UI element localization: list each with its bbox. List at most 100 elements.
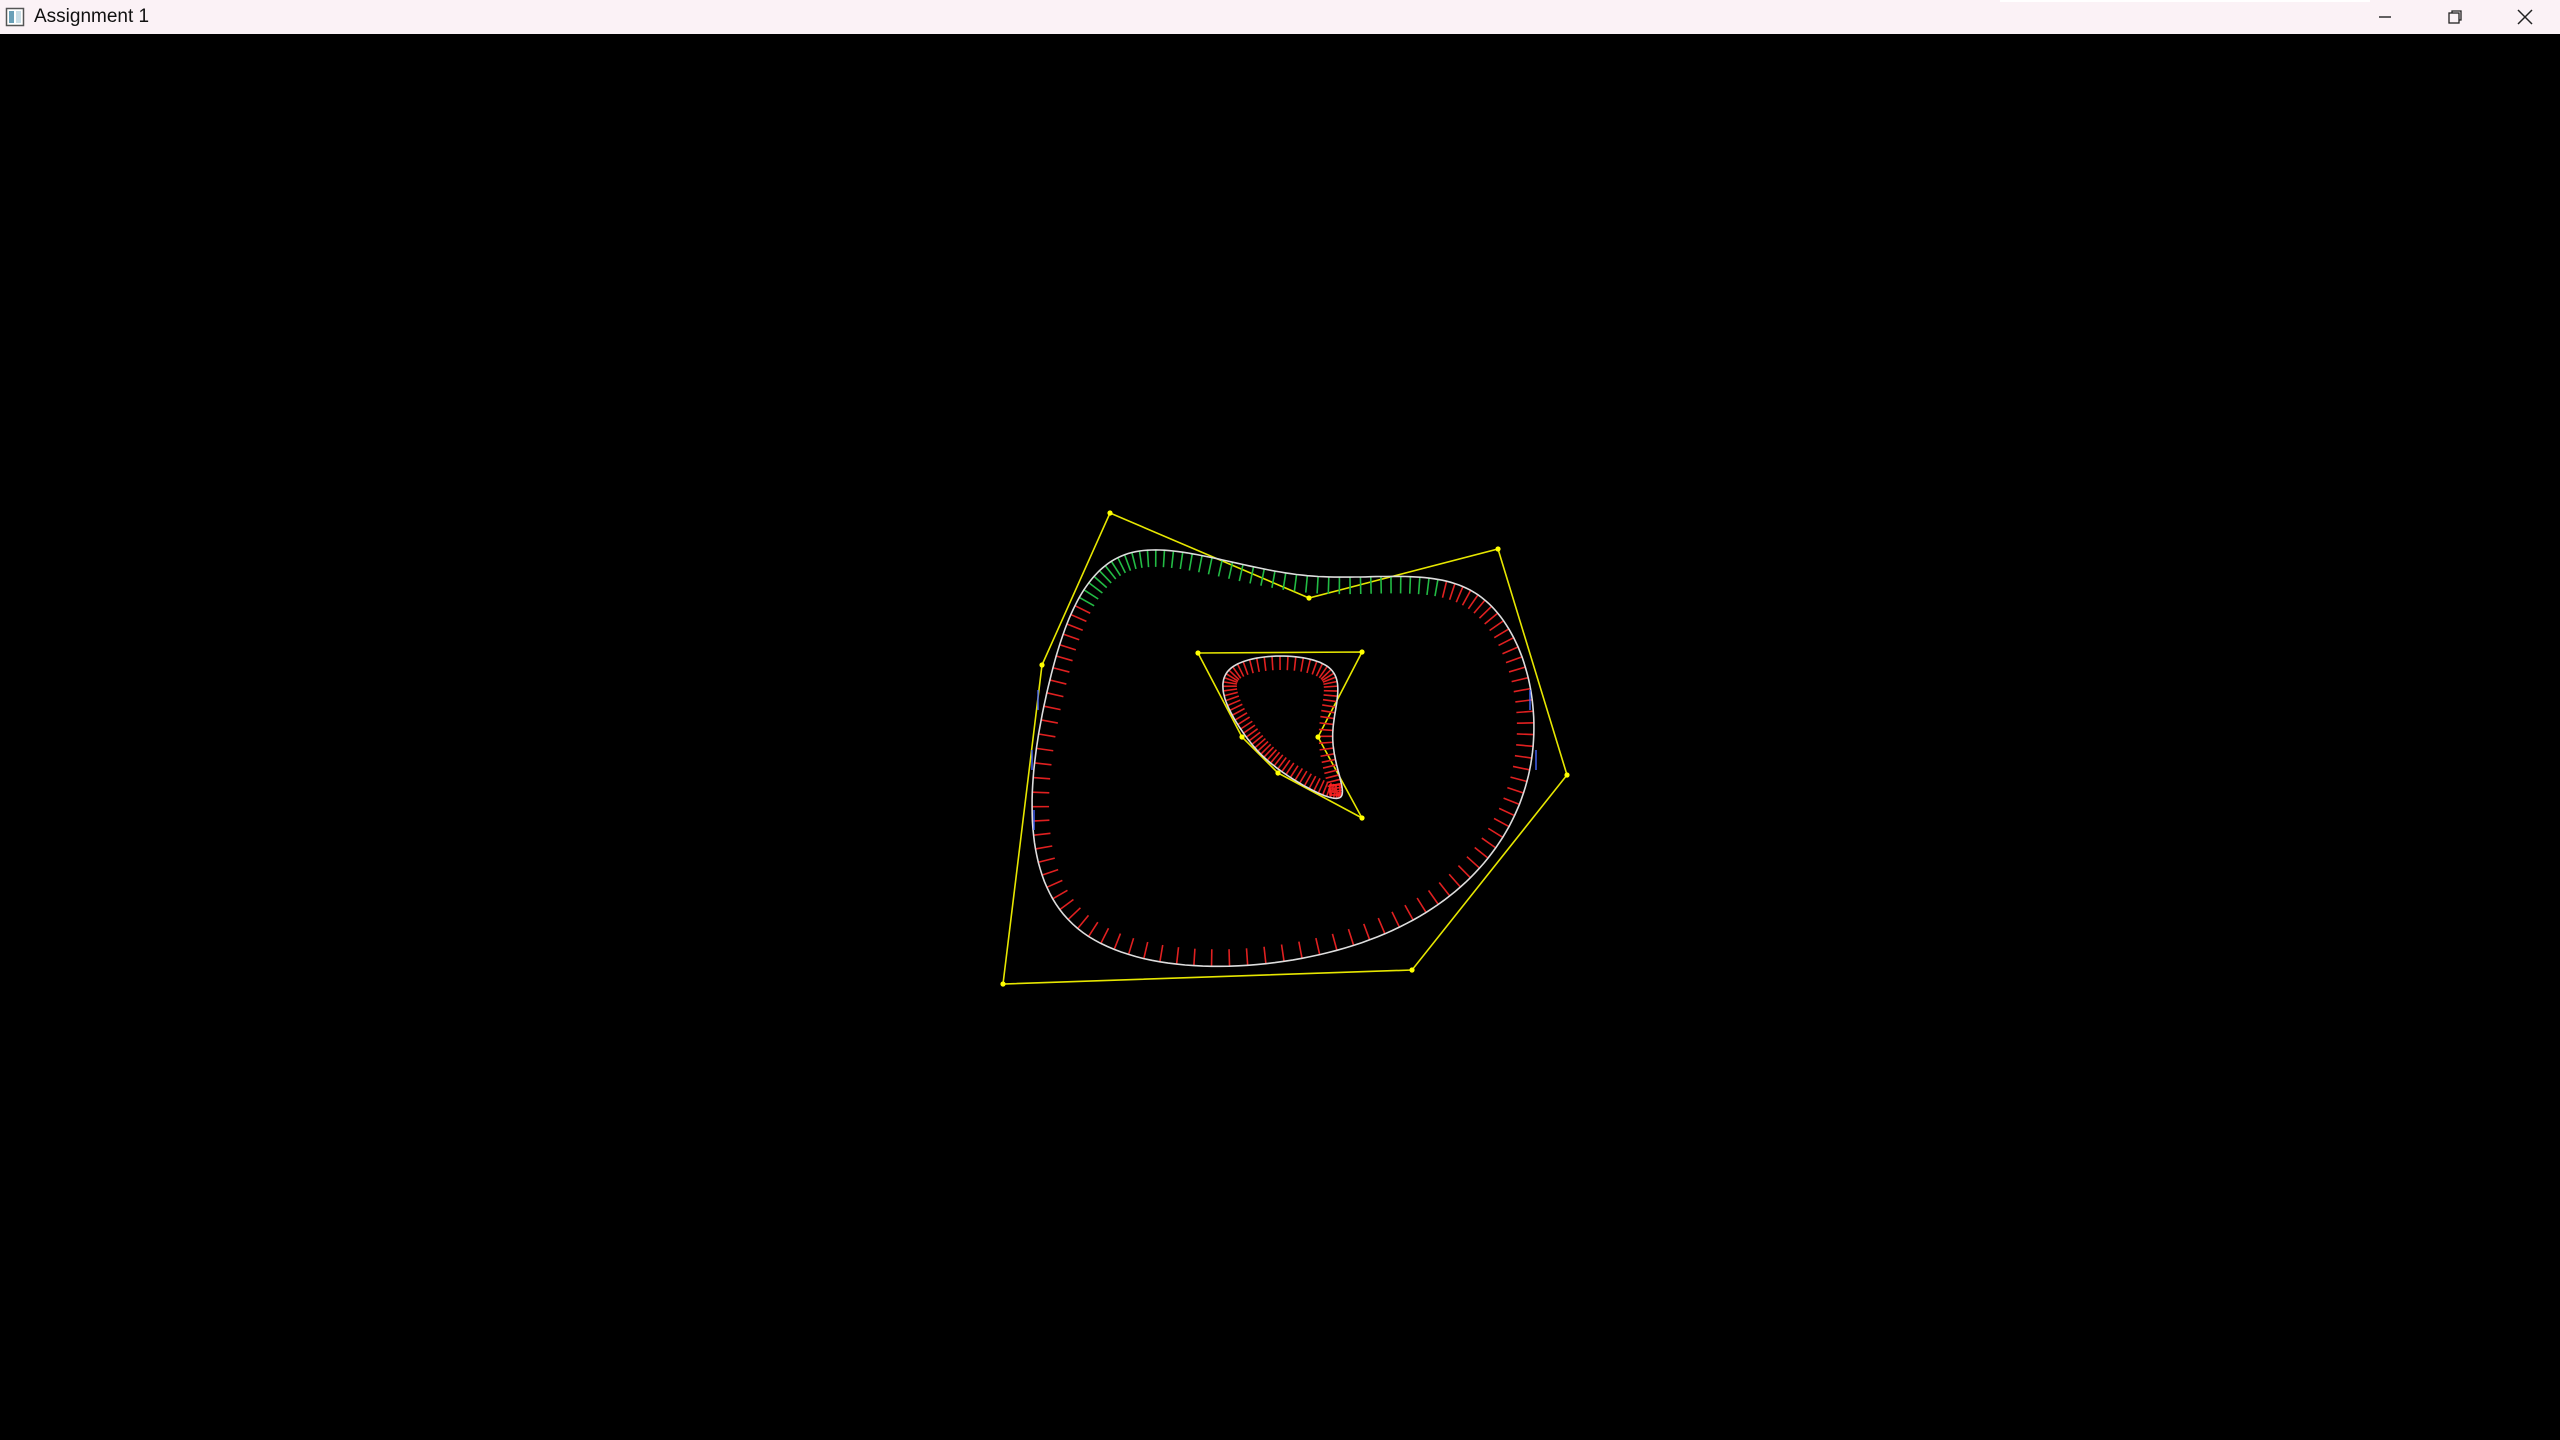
outer-normal-tick: [1056, 655, 1073, 662]
inner-normal-tick: [1323, 685, 1338, 688]
outer-normal-tick: [1516, 744, 1534, 748]
opengl-canvas[interactable]: [0, 34, 2560, 1440]
outer-normal-tick: [1238, 564, 1244, 582]
inner-normal-tick: [1321, 758, 1336, 764]
outer-normal-tick: [1304, 575, 1309, 593]
inner-normal-tick: [1322, 698, 1337, 703]
outer-normal-tick: [1245, 948, 1249, 966]
inner-normal-tick: [1321, 709, 1336, 714]
outer-normal-tick: [1508, 666, 1526, 673]
inner-normal-tick: [1311, 660, 1318, 675]
outer-normal-tick: [1438, 882, 1451, 897]
inner-normal-tick: [1248, 659, 1254, 674]
outer-normal-tick: [1036, 747, 1054, 752]
restore-button[interactable]: [2420, 0, 2490, 34]
outer-normal-tick: [1193, 948, 1196, 966]
outer-normal-tick: [1514, 754, 1532, 759]
outer-normal-tick: [1032, 819, 1050, 822]
outer-normal-tick: [1117, 557, 1127, 574]
outer-normal-tick: [1087, 921, 1099, 937]
outer-normal-tick: [1052, 889, 1068, 900]
outer-normal-tick: [1507, 786, 1524, 794]
outer-normal-tick: [1331, 933, 1338, 951]
outer-normal-tick: [1143, 941, 1149, 959]
outer-normal-tick: [1074, 604, 1091, 614]
outer-normal-tick: [1249, 566, 1255, 584]
inner-control-point: [1239, 734, 1245, 740]
outer-normal-tick: [1175, 947, 1180, 965]
outer-control-point: [1039, 662, 1045, 668]
outer-normal-tick: [1083, 589, 1099, 600]
outer-normal-tick: [1159, 944, 1164, 962]
outer-normal-tick: [1078, 596, 1095, 607]
outer-normal-tick: [1416, 897, 1427, 913]
inner-normal-tick: [1320, 715, 1335, 720]
inner-normal-tick: [1298, 770, 1308, 784]
inner-normal-tick: [1317, 779, 1325, 794]
outer-normal-tick: [1098, 570, 1112, 584]
outer-normal-tick: [1434, 579, 1439, 597]
outer-normal-tick: [1123, 554, 1132, 571]
outer-normal-tick: [1493, 817, 1510, 828]
outer-normal-tick: [1481, 837, 1497, 849]
outer-normal-tick: [1484, 612, 1499, 625]
outer-normal-tick: [1467, 594, 1479, 610]
inner-normal-tick: [1319, 722, 1334, 726]
outer-normal-tick: [1487, 827, 1504, 839]
outer-normal-tick: [1052, 666, 1070, 673]
outer-normal-tick: [1113, 933, 1122, 950]
outer-normal-tick: [1489, 620, 1504, 632]
close-button[interactable]: [2490, 0, 2560, 34]
inner-control-point: [1315, 734, 1321, 740]
title-bar[interactable]: Assignment 1: [0, 0, 2560, 34]
outer-normal-tick: [1197, 555, 1203, 573]
outer-normal-tick: [1207, 557, 1213, 575]
outer-normal-tick: [1493, 628, 1510, 639]
outer-normal-tick: [1461, 589, 1472, 606]
inner-normal-tick: [1308, 775, 1317, 789]
outer-control-point: [1564, 772, 1570, 778]
outer-normal-tick: [1179, 552, 1184, 570]
inner-normal-tick: [1323, 694, 1338, 698]
inner-normal-tick: [1319, 747, 1334, 751]
outer-normal-tick: [1474, 846, 1489, 859]
outer-normal-tick: [1059, 643, 1077, 651]
outer-normal-tick: [1032, 791, 1050, 794]
curve-scene[interactable]: [0, 34, 2560, 1440]
inner-normal-tick: [1324, 769, 1339, 775]
outer-normal-tick: [1043, 705, 1061, 711]
outer-normal-tick: [1363, 923, 1371, 941]
outer-control-point: [1107, 510, 1113, 516]
inner-control-point: [1359, 649, 1365, 655]
outer-normal-tick: [1070, 613, 1087, 623]
outer-normal-tick: [1077, 914, 1090, 930]
outer-curve: [1031, 549, 1535, 968]
outer-control-point: [1306, 595, 1312, 601]
outer-normal-tick: [1298, 941, 1303, 959]
close-icon: [2517, 9, 2533, 25]
outer-normal-tick: [1426, 577, 1430, 596]
outer-normal-tick: [1327, 576, 1330, 594]
inner-normal-tick: [1242, 661, 1249, 676]
outer-normal-tick: [1066, 623, 1084, 631]
outer-normal-tick: [1041, 719, 1059, 724]
outer-normal-tick: [1441, 581, 1448, 598]
outer-normal-tick: [1110, 560, 1122, 577]
inner-normal-tick: [1234, 712, 1248, 721]
outer-normal-tick: [1033, 776, 1051, 780]
outer-normal-tick: [1511, 676, 1529, 683]
outer-normal-tick: [1466, 856, 1481, 869]
outer-normal-tick: [1131, 552, 1137, 570]
outer-normal-tick: [1046, 692, 1064, 698]
outer-normal-tick: [1188, 553, 1194, 571]
outer-normal-tick: [1038, 857, 1055, 864]
outer-normal-tick: [1377, 917, 1386, 935]
outer-normal-tick: [1503, 797, 1520, 806]
outer-normal-tick: [1427, 889, 1439, 905]
outer-normal-tick: [1502, 646, 1519, 655]
inner-normal-tick: [1318, 741, 1333, 745]
minimize-button[interactable]: [2350, 0, 2420, 34]
outer-normal-tick: [1162, 550, 1166, 568]
outer-normal-tick: [1408, 576, 1412, 594]
outer-normal-tick: [1271, 570, 1276, 588]
